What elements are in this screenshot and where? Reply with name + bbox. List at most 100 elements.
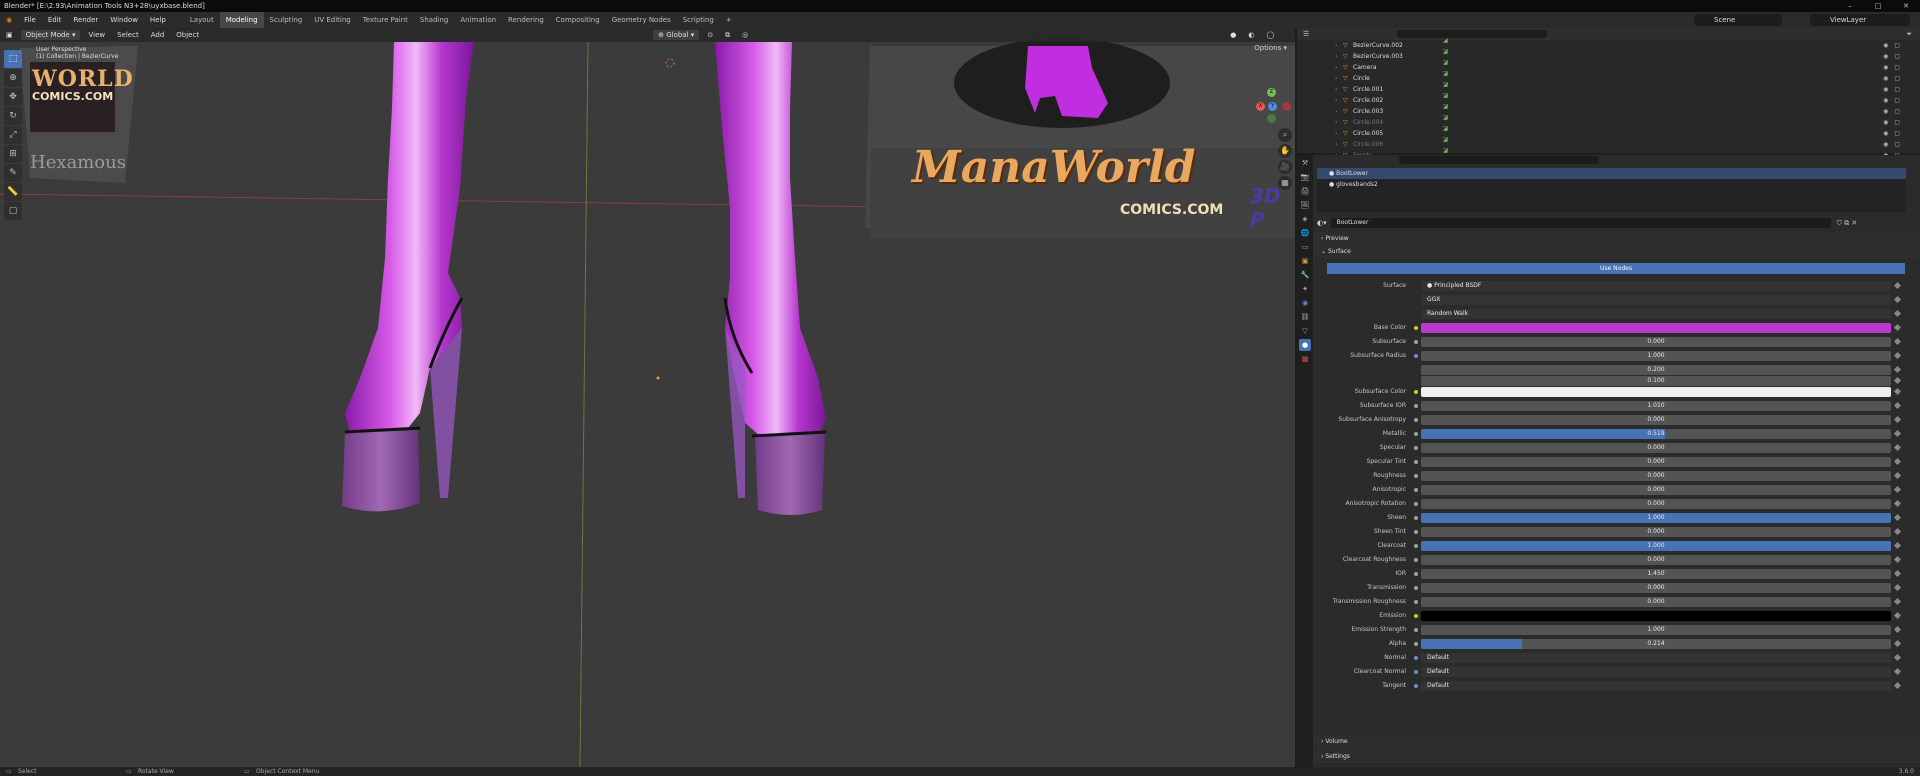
keyframe-icon[interactable]: [1893, 457, 1902, 466]
expand-arrow-icon[interactable]: ›: [1335, 40, 1343, 51]
keyframe-icon[interactable]: [1893, 681, 1902, 690]
socket-dot-icon[interactable]: [1414, 340, 1418, 344]
grid-ortho-icon[interactable]: ▦: [1278, 176, 1292, 190]
socket-dot-icon[interactable]: [1414, 614, 1418, 618]
material-slot-glovesbands2[interactable]: ● glovesbands2: [1317, 179, 1906, 190]
keyframe-icon[interactable]: [1893, 597, 1902, 606]
keyframe-icon[interactable]: [1893, 541, 1902, 550]
subsurface-method-dropdown[interactable]: Random Walk: [1421, 309, 1891, 319]
transmission-slider[interactable]: 0.000: [1421, 583, 1891, 593]
surface-shader-field[interactable]: ● Principled BSDF: [1421, 281, 1891, 291]
socket-dot-icon[interactable]: [1414, 446, 1418, 450]
outliner-item[interactable]: › ▽ Circle.003 ◢ ▽ ◉▢: [1297, 103, 1920, 121]
output-tab-icon[interactable]: 🖨: [1299, 185, 1311, 197]
measure-tool-icon[interactable]: 📏: [4, 183, 22, 201]
gizmo-y-axis[interactable]: Y: [1268, 102, 1277, 111]
menu-select[interactable]: Select: [111, 31, 145, 39]
visibility-eye-icon[interactable]: ◉▢: [1883, 95, 1906, 106]
tangent-field[interactable]: Default: [1421, 681, 1891, 691]
outliner-item[interactable]: › ▽ BezierCurve.002 ◢ ▽ ◉▢: [1297, 37, 1920, 55]
select-box-tool-icon[interactable]: ⬚: [4, 50, 22, 68]
outliner-search-input[interactable]: [1397, 30, 1548, 38]
pan-hand-icon[interactable]: ✋: [1278, 144, 1292, 158]
outliner-item[interactable]: › ▽ Circle.006 ◢ ▽ ◉▢: [1297, 136, 1920, 154]
visibility-eye-icon[interactable]: ◉▢: [1883, 139, 1906, 150]
camera-view-icon[interactable]: 🎥: [1278, 160, 1292, 174]
anisotropic-slider[interactable]: 0.000: [1421, 485, 1891, 495]
material-browse-icon[interactable]: ◐▾: [1317, 219, 1327, 227]
socket-dot-icon[interactable]: [1414, 656, 1418, 660]
filter-icon[interactable]: ⏷: [1906, 30, 1912, 39]
expand-arrow-icon[interactable]: ›: [1335, 128, 1343, 139]
workspace-tab-compositing[interactable]: Compositing: [550, 12, 606, 28]
workspace-tab-modeling[interactable]: Modeling: [219, 12, 264, 28]
move-tool-icon[interactable]: ✥: [4, 88, 22, 106]
shading-rendered-icon[interactable]: ◯: [1260, 31, 1280, 39]
settings-section[interactable]: › Settings: [1313, 750, 1920, 763]
workspace-tab-sculpting[interactable]: Sculpting: [264, 12, 309, 28]
gizmo-neg-z[interactable]: [1267, 114, 1276, 123]
workspace-tab-rendering[interactable]: Rendering: [502, 12, 550, 28]
collection-tab-icon[interactable]: ▭: [1299, 241, 1311, 253]
physics-tab-icon[interactable]: ◉: [1299, 297, 1311, 309]
clearcoat-roughness-slider[interactable]: 0.000: [1421, 555, 1891, 565]
keyframe-icon[interactable]: [1893, 527, 1902, 536]
3d-viewport[interactable]: WORLD COMICS.COM Hexamous ManaWorld COMI…: [0, 28, 1295, 767]
menu-view[interactable]: View: [82, 31, 111, 39]
metallic-slider[interactable]: 0.519: [1421, 429, 1891, 439]
socket-dot-icon[interactable]: [1414, 684, 1418, 688]
sheen-slider[interactable]: 1.000: [1421, 513, 1891, 523]
menu-object[interactable]: Object: [170, 31, 205, 39]
subsurface-radius-component-slider[interactable]: 0.200: [1421, 365, 1891, 375]
socket-dot-icon[interactable]: [1414, 460, 1418, 464]
keyframe-icon[interactable]: [1893, 611, 1902, 620]
visibility-eye-icon[interactable]: ◉▢: [1883, 40, 1906, 51]
socket-dot-icon[interactable]: [1414, 354, 1418, 358]
socket-dot-icon[interactable]: [1414, 544, 1418, 548]
view-layer-tab-icon[interactable]: 🖼: [1299, 199, 1311, 211]
material-slot-bootlower[interactable]: ● BootLower: [1317, 168, 1906, 179]
socket-dot-icon[interactable]: [1414, 474, 1418, 478]
expand-arrow-icon[interactable]: ›: [1335, 51, 1343, 62]
scale-tool-icon[interactable]: ⤢: [4, 126, 22, 144]
socket-dot-icon[interactable]: [1414, 572, 1418, 576]
snap-icon[interactable]: ⧉: [719, 31, 736, 40]
use-nodes-button[interactable]: Use Nodes: [1327, 263, 1905, 274]
outliner-item[interactable]: › ▽ Camera ◢ ▽ ◉▢: [1297, 59, 1920, 77]
workspace-tab-shading[interactable]: Shading: [414, 12, 454, 28]
alpha-slider[interactable]: 0.214: [1421, 639, 1891, 649]
maximize-button[interactable]: □: [1864, 0, 1892, 12]
workspace-tab-uv-editing[interactable]: UV Editing: [308, 12, 357, 28]
outliner-item[interactable]: › ▽ BezierCurve.003 ◢ ▽ ◉▢: [1297, 48, 1920, 66]
keyframe-icon[interactable]: [1893, 351, 1902, 360]
gizmo-z-axis[interactable]: Z: [1267, 88, 1276, 97]
outliner-item[interactable]: › ▽ Circle.001 ◢ ▽ ◉▢: [1297, 81, 1920, 99]
keyframe-icon[interactable]: [1893, 323, 1902, 332]
menu-edit[interactable]: Edit: [42, 12, 68, 28]
socket-dot-icon[interactable]: [1414, 628, 1418, 632]
shading-material-icon[interactable]: ◐: [1242, 31, 1260, 39]
menu-help[interactable]: Help: [144, 12, 172, 28]
visibility-eye-icon[interactable]: ◉▢: [1883, 128, 1906, 139]
visibility-eye-icon[interactable]: ◉▢: [1883, 84, 1906, 95]
gizmo-x-axis[interactable]: X: [1256, 102, 1265, 111]
distribution-dropdown[interactable]: GGX: [1421, 295, 1891, 305]
keyframe-icon[interactable]: [1893, 295, 1902, 304]
scene-selector[interactable]: Scene: [1694, 14, 1782, 26]
annotate-tool-icon[interactable]: ✎: [4, 164, 22, 182]
expand-arrow-icon[interactable]: ›: [1335, 95, 1343, 106]
socket-dot-icon[interactable]: [1414, 558, 1418, 562]
render-tab-icon[interactable]: 📷: [1299, 171, 1311, 183]
ior-slider[interactable]: 1.450: [1421, 569, 1891, 579]
socket-dot-icon[interactable]: [1414, 432, 1418, 436]
keyframe-icon[interactable]: [1893, 485, 1902, 494]
base-color-swatch[interactable]: [1421, 323, 1891, 333]
material-fake-user-icon[interactable]: ⛉ ⧉ ✕: [1837, 219, 1858, 228]
mode-selector[interactable]: Object Mode ▾: [20, 30, 81, 40]
expand-arrow-icon[interactable]: ›: [1335, 84, 1343, 95]
pivot-icon[interactable]: ⊙: [701, 31, 719, 39]
options-button[interactable]: Options ▾: [1254, 44, 1287, 52]
keyframe-icon[interactable]: [1893, 653, 1902, 662]
menu-render[interactable]: Render: [67, 12, 104, 28]
outliner-item[interactable]: › ▽ Circle.004 ◢ ▽ ◉▢: [1297, 114, 1920, 132]
